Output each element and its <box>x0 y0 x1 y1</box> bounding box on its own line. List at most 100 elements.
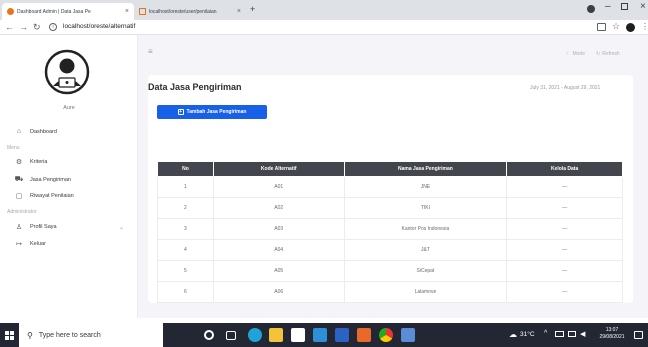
cell-nama: JNE <box>344 176 508 198</box>
mail-icon[interactable] <box>313 328 327 342</box>
mode-label: Mode <box>572 51 585 57</box>
cell-no: 1 <box>157 176 214 198</box>
file-explorer-icon[interactable] <box>269 328 283 342</box>
profile-icon[interactable] <box>587 5 595 13</box>
table-row: 6 A06 Lalamove — <box>157 281 623 303</box>
cortana-icon[interactable] <box>204 330 214 340</box>
temperature: 31°C <box>520 331 535 338</box>
sidebar-item-keluar[interactable]: ↦ Keluar <box>14 240 46 248</box>
cell-no: 4 <box>157 239 214 261</box>
mode-toggle[interactable]: ☾ Mode <box>566 51 585 57</box>
column-header-kelola: Kelola Data <box>506 161 623 177</box>
word-icon[interactable] <box>335 328 349 342</box>
translate-icon[interactable] <box>597 23 606 31</box>
network-icon[interactable] <box>555 331 564 337</box>
cell-no: 6 <box>157 281 214 303</box>
browser-tab-penilaian[interactable]: localhost/oreste/user/penilaian × <box>134 3 246 20</box>
maximize-icon[interactable] <box>621 3 628 10</box>
site-info-icon[interactable]: i <box>49 23 57 31</box>
cell-kelola[interactable]: — <box>506 281 623 303</box>
address-bar[interactable]: localhost/oreste/alternatif <box>63 23 135 30</box>
cell-no: 5 <box>157 260 214 282</box>
hamburger-menu-icon[interactable]: ≡ <box>148 47 153 56</box>
refresh-button[interactable]: ↻ Refresh <box>596 51 620 57</box>
cell-kelola[interactable]: — <box>506 197 623 219</box>
reload-icon[interactable]: ↻ <box>33 22 41 33</box>
close-icon[interactable]: × <box>121 8 129 15</box>
cell-kode: A01 <box>213 176 345 198</box>
star-icon[interactable]: ☆ <box>612 21 620 32</box>
column-header-no: No <box>157 161 214 177</box>
cell-kode: A02 <box>213 197 345 219</box>
table-header-row: No Kode Alternatif Nama Jasa Pengiriman … <box>157 161 623 177</box>
sidebar-item-label: Profil Saya <box>30 224 57 230</box>
content-card: Data Jasa Pengiriman July 31, 2021 - Aug… <box>148 75 633 303</box>
windows-start-icon[interactable] <box>5 331 14 340</box>
table-row: 5 A05 SiCepat — <box>157 260 623 282</box>
browser-toolbar: ← → ↻ i localhost/oreste/alternatif ☆ ⋮ <box>0 20 648 35</box>
document-icon: ▢ <box>15 193 23 200</box>
sidebar-item-kriteria[interactable]: ⚙ Kriteria <box>14 158 48 166</box>
table-row: 2 A02 TIKI — <box>157 197 623 219</box>
forward-icon[interactable]: → <box>19 22 28 33</box>
sidebar-item-jasa-pengiriman[interactable]: ⛟ Jasa Pengiriman <box>14 175 71 184</box>
tab-label: localhost/oreste/user/penilaian <box>149 8 217 15</box>
table-row: 3 A03 Kantor Pos Indonesia — <box>157 218 623 240</box>
search-placeholder: Type here to search <box>38 331 101 339</box>
cell-kelola[interactable]: — <box>506 260 623 282</box>
close-window-icon[interactable]: × <box>640 1 646 12</box>
cell-kode: A05 <box>213 260 345 282</box>
cell-kode: A03 <box>213 218 345 240</box>
avatar[interactable] <box>626 23 635 32</box>
close-icon[interactable]: × <box>233 8 241 15</box>
chevron-up-icon[interactable]: ^ <box>544 330 547 337</box>
add-jasa-pengiriman-button[interactable]: + Tambah Jasa Pengiriman <box>157 105 267 119</box>
home-icon: ⌂ <box>16 128 22 135</box>
cell-kode: A04 <box>213 239 345 261</box>
plus-icon: + <box>177 109 184 115</box>
clock-time: 13:07 <box>605 327 619 333</box>
browser-menu-icon[interactable]: ⋮ <box>641 22 648 31</box>
battery-icon[interactable] <box>568 331 576 337</box>
back-icon[interactable]: ← <box>5 22 14 33</box>
column-header-nama: Nama Jasa Pengiriman <box>343 161 508 177</box>
browser-tab-bar: Dashboard Admin | Data Jasa Pe × localho… <box>0 0 648 20</box>
minimize-icon[interactable]: – <box>605 1 611 12</box>
table-row: 1 A01 JNE — <box>157 176 623 198</box>
sidebar-item-profil-saya[interactable]: ♙ Profil Saya ⌄ <box>14 223 124 231</box>
cell-kelola[interactable]: — <box>506 176 623 198</box>
truck-icon: ⛟ <box>14 176 24 183</box>
store-icon[interactable] <box>291 328 305 342</box>
section-label-menu: Menu <box>7 145 20 151</box>
app-icon[interactable] <box>357 328 371 342</box>
jasa-pengiriman-table: No Kode Alternatif Nama Jasa Pengiriman … <box>157 161 623 303</box>
favicon-icon <box>139 8 146 15</box>
column-header-kode: Kode Alternatif <box>212 161 345 177</box>
cell-nama: J&T <box>344 239 508 261</box>
app-icon[interactable] <box>401 328 415 342</box>
cell-nama: Lalamove <box>344 281 508 303</box>
user-avatar-icon <box>44 49 90 95</box>
table-row: 4 A04 J&T — <box>157 239 623 261</box>
chevron-down-icon: ⌄ <box>118 224 124 231</box>
favicon-icon <box>7 8 14 15</box>
taskbar: ⚲ Type here to search ☁ 31°C ^ ◀ 13:07 2… <box>0 323 648 347</box>
cell-no: 2 <box>157 197 214 219</box>
taskbar-clock[interactable]: 13:07 29/08/2021 <box>598 327 626 341</box>
notification-icon[interactable] <box>634 331 643 339</box>
sidebar-item-label: Kriteria <box>30 159 48 165</box>
task-view-icon[interactable] <box>226 331 236 340</box>
edge-icon[interactable] <box>248 328 262 342</box>
cell-kelola[interactable]: — <box>506 239 623 261</box>
cell-kelola[interactable]: — <box>506 218 623 240</box>
sidebar-item-dashboard[interactable]: ⌂ Dashboard <box>14 128 57 135</box>
sidebar-item-riwayat-penilaian[interactable]: ▢ Riwayat Penilaian <box>14 192 74 200</box>
chrome-icon[interactable] <box>379 328 393 342</box>
new-tab-button[interactable]: + <box>250 4 255 14</box>
cell-nama: Kantor Pos Indonesia <box>344 218 508 240</box>
sidebar-item-label: Jasa Pengiriman <box>30 176 71 183</box>
browser-tab-dashboard[interactable]: Dashboard Admin | Data Jasa Pe × <box>2 3 134 20</box>
taskbar-search-box[interactable]: ⚲ Type here to search <box>19 323 163 347</box>
sidebar-item-label: Riwayat Penilaian <box>30 193 74 199</box>
volume-icon[interactable]: ◀ <box>580 330 585 338</box>
